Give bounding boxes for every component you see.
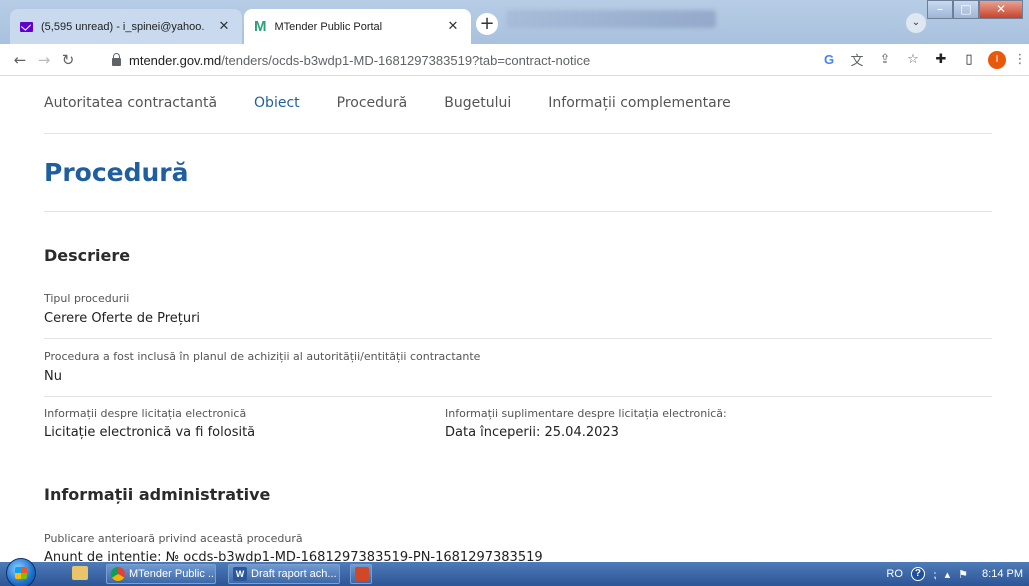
section-heading-description: Descriere	[44, 246, 131, 265]
close-icon[interactable]: ✕	[216, 19, 232, 34]
eauction-value: Licitație electronică va fi folosită	[44, 425, 256, 440]
eauction-extra-value: Data începerii: 25.04.2023	[445, 425, 619, 440]
taskbar-item-word[interactable]: W Draft raport ach...	[228, 564, 340, 584]
procedure-type-value: Cerere Oferte de Prețuri	[44, 311, 201, 326]
mail-icon	[20, 21, 33, 32]
address-bar[interactable]: mtender.gov.md/tenders/ocds-b3wdp1-MD-16…	[112, 48, 782, 72]
url-host: mtender.gov.md	[129, 52, 222, 68]
tab-search-button[interactable]: ⌄	[906, 13, 926, 33]
mtender-icon: M	[254, 18, 267, 35]
divider	[44, 396, 992, 397]
nav-item-object[interactable]: Obiect	[254, 95, 300, 111]
nav-item-budget[interactable]: Bugetului	[444, 95, 511, 111]
reload-icon[interactable]: ↻	[56, 51, 80, 69]
network-icon[interactable]: ⁏	[933, 568, 937, 581]
profile-avatar[interactable]: I	[988, 50, 1006, 69]
page-content: Autoritatea contractantă Obiect Procedur…	[0, 77, 1029, 562]
taskbar-item-label: MTender Public ...	[129, 568, 216, 580]
browser-tab-strip: (5,595 unread) - i_spinei@yahoo. ✕ M MTe…	[0, 0, 1029, 44]
word-icon: W	[233, 567, 247, 581]
extensions-icon[interactable]: ✚	[927, 52, 955, 67]
powerpoint-icon	[355, 567, 369, 581]
forward-icon[interactable]: →	[32, 51, 56, 69]
window-close-button[interactable]: ✕	[979, 0, 1023, 19]
nav-item-procedure[interactable]: Procedură	[337, 95, 408, 111]
clock[interactable]: 8:14 PM	[982, 568, 1023, 580]
tab-title: (5,595 unread) - i_spinei@yahoo.	[41, 20, 205, 33]
side-panel-icon[interactable]: ▯	[955, 52, 983, 67]
divider	[44, 338, 992, 339]
back-icon[interactable]: ←	[8, 51, 32, 69]
page-title: Procedură	[44, 158, 189, 187]
section-nav: Autoritatea contractantă Obiect Procedur…	[44, 95, 768, 111]
flag-icon[interactable]: ⚑	[958, 568, 968, 581]
toolbar-actions: G 文 ⇪ ☆ ✚ ▯ I ⋮	[815, 44, 1029, 75]
help-icon[interactable]: ?	[910, 567, 925, 581]
language-indicator[interactable]: RO	[886, 568, 903, 580]
chrome-icon	[111, 567, 125, 581]
prior-publication-label: Publicare anterioară privind această pro…	[44, 532, 303, 545]
menu-icon[interactable]: ⋮	[1011, 52, 1029, 67]
taskbar: MTender Public ... W Draft raport ach...…	[0, 558, 1029, 586]
in-plan-value: Nu	[44, 369, 62, 384]
maximize-button[interactable]: □	[953, 0, 979, 19]
nav-item-complementary-info[interactable]: Informații complementare	[548, 95, 731, 111]
in-plan-label: Procedura a fost inclusă în planul de ac…	[44, 350, 481, 363]
divider	[44, 211, 992, 212]
translate-icon[interactable]: 文	[843, 50, 871, 69]
lock-icon[interactable]	[112, 53, 121, 66]
eauction-label: Informații despre licitația electronică	[44, 407, 247, 420]
new-tab-button[interactable]: +	[476, 13, 498, 35]
start-button[interactable]	[6, 558, 36, 586]
browser-toolbar: ← → ↻ mtender.gov.md/tenders/ocds-b3wdp1…	[0, 44, 1029, 76]
close-icon[interactable]: ✕	[445, 19, 461, 34]
taskbar-item-chrome[interactable]: MTender Public ...	[106, 564, 216, 584]
taskbar-item-label: Draft raport ach...	[251, 568, 337, 580]
nav-item-contracting-authority[interactable]: Autoritatea contractantă	[44, 95, 217, 111]
divider	[44, 133, 992, 134]
tab-yahoo-mail[interactable]: (5,595 unread) - i_spinei@yahoo. ✕	[10, 9, 242, 44]
google-icon[interactable]: G	[815, 52, 843, 67]
system-tray: RO ? ⁏ ▴ ⚑ 8:14 PM	[878, 562, 1023, 586]
prior-publication-value: Anunt de intentie: № ocds-b3wdp1-MD-1681…	[44, 550, 543, 562]
show-hidden-icons-icon[interactable]: ▴	[945, 568, 951, 581]
procedure-type-label: Tipul procedurii	[44, 292, 130, 305]
tab-mtender[interactable]: M MTender Public Portal ✕	[244, 9, 471, 44]
section-heading-administrative: Informații administrative	[44, 485, 271, 504]
blurred-window-title	[506, 10, 716, 28]
windows-logo-icon	[15, 567, 27, 579]
taskbar-item-powerpoint[interactable]	[350, 564, 372, 584]
window-controls: – □ ✕	[927, 0, 1023, 20]
bookmark-star-icon[interactable]: ☆	[899, 52, 927, 67]
tab-title: MTender Public Portal	[274, 20, 383, 33]
minimize-button[interactable]: –	[927, 0, 953, 19]
url-path: /tenders/ocds-b3wdp1-MD-1681297383519?ta…	[221, 52, 591, 68]
share-icon[interactable]: ⇪	[871, 52, 899, 67]
eauction-extra-label: Informații suplimentare despre licitația…	[445, 407, 727, 420]
file-explorer-icon[interactable]	[72, 566, 88, 580]
